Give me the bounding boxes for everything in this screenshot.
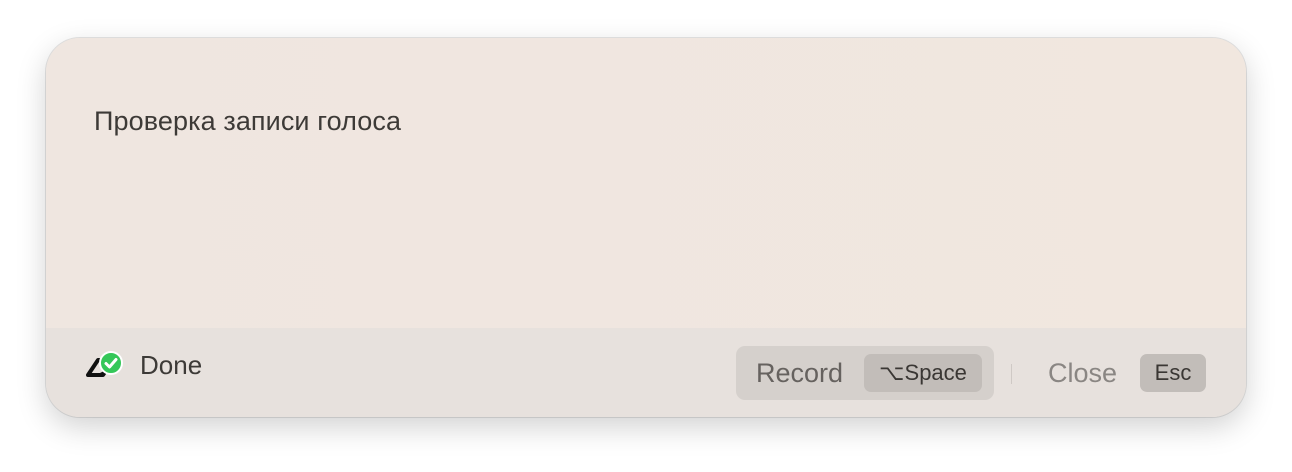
record-label: Record xyxy=(756,357,844,388)
transcript-area: Проверка записи голоса xyxy=(46,38,1246,328)
transcript-text: Проверка записи голоса xyxy=(94,106,402,136)
done-check-icon xyxy=(86,350,126,380)
status-indicator: Done xyxy=(86,350,202,380)
close-button[interactable]: Close xyxy=(1048,358,1117,389)
record-shortcut-key: ⌥Space xyxy=(864,354,983,392)
record-button[interactable]: Record ⌥Space xyxy=(736,346,994,400)
footer-divider xyxy=(1011,364,1012,384)
status-label: Done xyxy=(140,349,203,380)
footer-bar: Done Record ⌥Space Close Esc xyxy=(46,328,1246,417)
dictation-panel: Проверка записи голоса Done Record ⌥Spac… xyxy=(46,38,1246,417)
close-shortcut-key[interactable]: Esc xyxy=(1140,354,1206,392)
